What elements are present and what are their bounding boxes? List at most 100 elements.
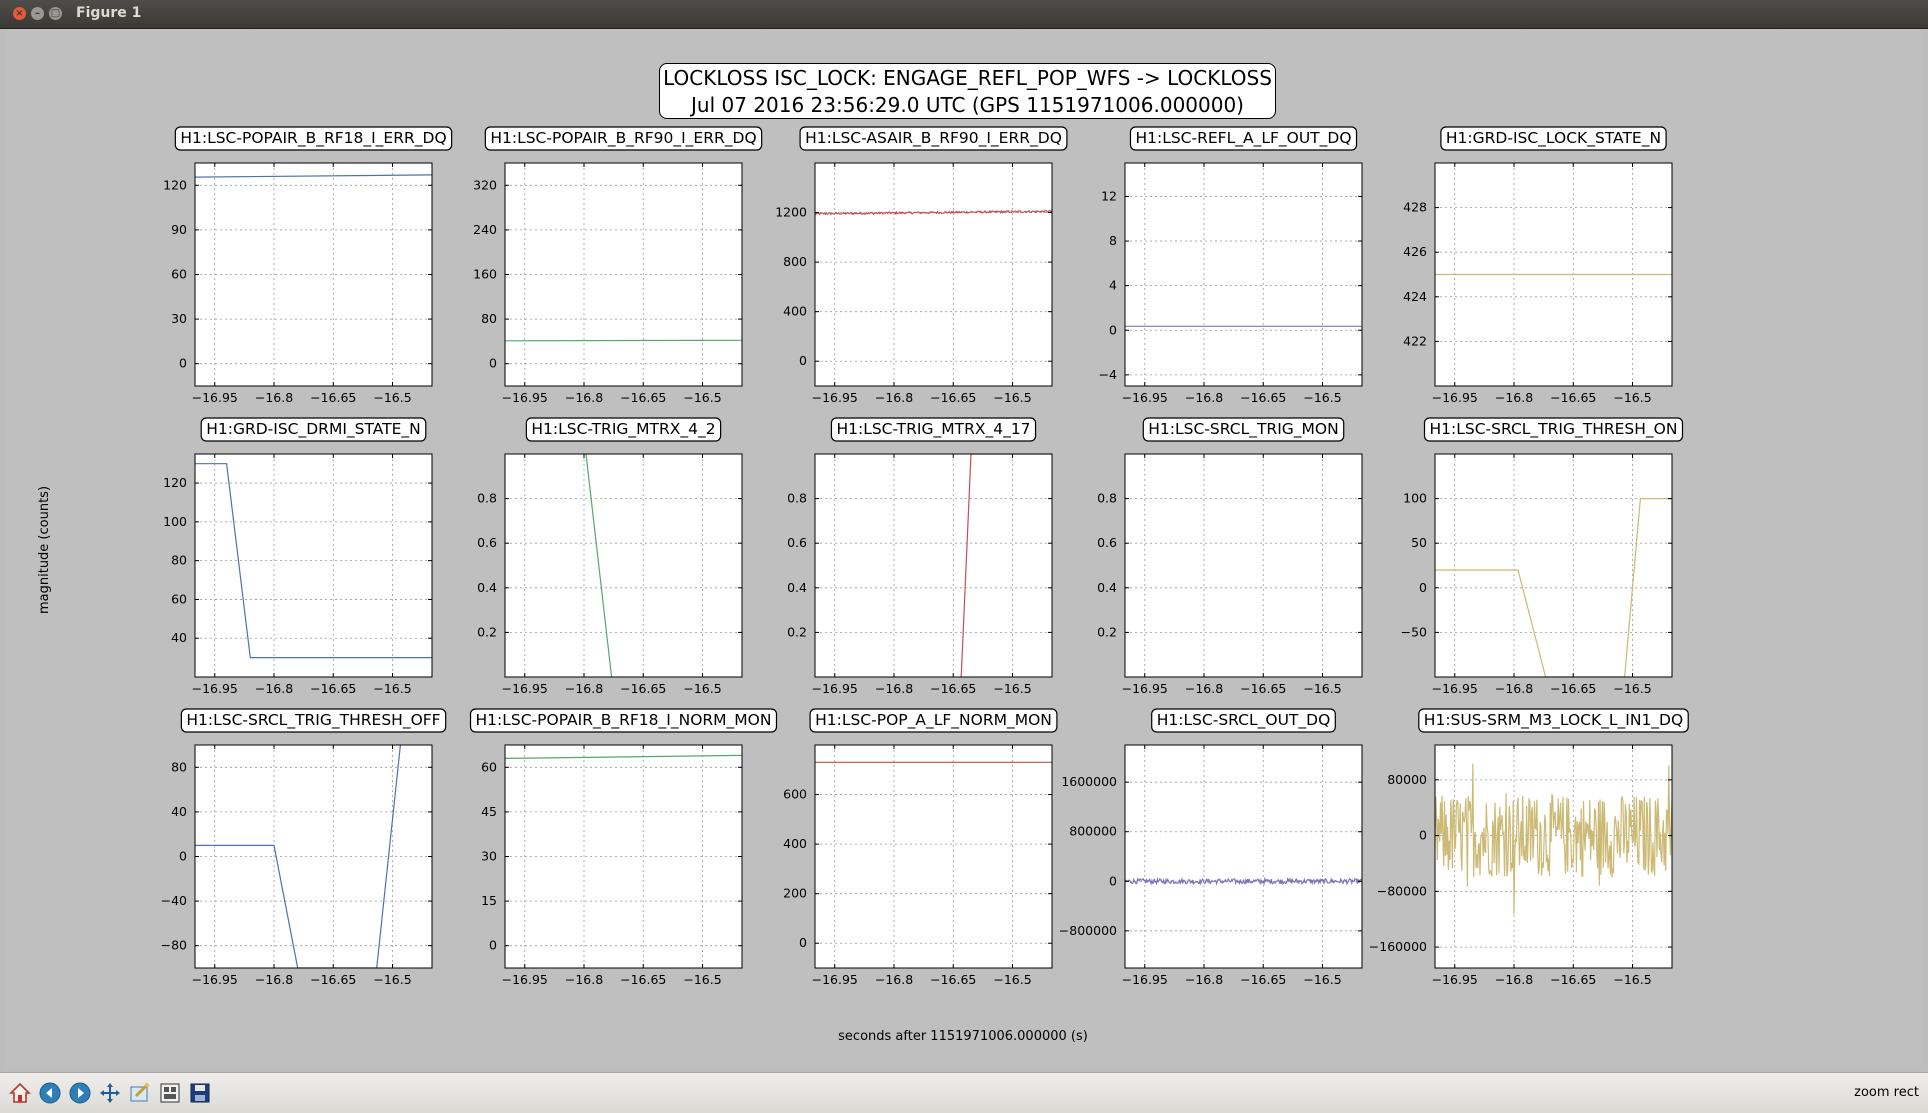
x-tick-label: −16.5 [1613,390,1651,405]
y-tick-label: 30 [171,311,187,326]
y-tick-label: 100 [1403,491,1427,506]
y-tick-label: 15 [481,893,497,908]
y-tick-label: 0 [1419,580,1427,595]
figure-svg[interactable]: magnitude (counts) seconds after 11519710… [6,29,1921,1069]
x-tick-label: −16.65 [930,681,976,696]
home-icon[interactable] [7,1080,33,1106]
figure-ylabel: magnitude (counts) [37,486,52,614]
subplot-7[interactable]: −16.95 −16.8 −16.65 −16.5 0.2 0.4 0.6 0.8 H1:LSC… [477,417,743,696]
minimize-window-button[interactable]: – [31,7,44,20]
x-tick-label: −16.5 [993,681,1031,696]
subplot-10[interactable]: −16.95 −16.8 −16.65 −16.5 −50 0 50 100 H1:LSC-SR… [1401,417,1684,696]
y-tick-label: 0.8 [1097,491,1117,506]
y-tick-label: 1200 [775,205,807,220]
x-tick-label: −16.95 [192,390,238,405]
y-tick-label: 0 [179,849,187,864]
x-tick-label: −16.5 [373,972,411,987]
zoom-icon[interactable] [127,1080,153,1106]
subplot-6[interactable]: −16.95 −16.8 −16.65 −16.5 40 60 80 100 120 H1:GRD… [163,417,433,696]
x-tick-label: −16.5 [1613,972,1651,987]
subplot-3[interactable]: −16.95 −16.8 −16.65 −16.5 0 400 800 1200 H1:LSC-… [775,126,1068,405]
y-tick-label: 60 [481,759,497,774]
y-tick-label: 0 [799,353,807,368]
x-tick-label: −16.8 [255,390,293,405]
y-tick-label: 400 [783,836,807,851]
y-tick-label: 0 [799,935,807,950]
x-tick-label: −16.8 [1185,681,1223,696]
y-tick-label: 800000 [1069,824,1117,839]
y-tick-label: 0 [179,356,187,371]
forward-icon[interactable] [67,1080,93,1106]
maximize-window-button[interactable]: □ [49,7,62,20]
close-window-button[interactable]: × [13,7,26,20]
save-icon[interactable] [187,1080,213,1106]
subplot-title: H1:LSC-POPAIR_B_RF18_I_ERR_DQ [180,129,446,148]
axes-background [1125,745,1362,968]
axes-background [815,163,1052,386]
x-tick-label: −16.95 [812,972,858,987]
x-tick-label: −16.5 [1613,681,1651,696]
y-tick-label: 428 [1403,200,1427,215]
subplot-4[interactable]: −16.95 −16.8 −16.65 −16.5 −4 0 4 8 12 H1:LSC-REFL… [1099,126,1363,405]
x-tick-label: −16.8 [1495,972,1533,987]
x-tick-label: −16.95 [1432,681,1478,696]
subplot-14[interactable]: −16.95 −16.8 −16.65 −16.5 −800000 0 800000 1600… [1059,708,1363,987]
y-tick-label: −800000 [1059,923,1117,938]
x-tick-label: −16.65 [620,681,666,696]
subplot-8[interactable]: −16.95 −16.8 −16.65 −16.5 0.2 0.4 0.6 0.8 H1:LSC… [787,417,1053,696]
subplot-11[interactable]: −16.95 −16.8 −16.65 −16.5 −80 −40 0 40 80 H1:LSC-… [161,708,447,987]
subplot-title: H1:LSC-REFL_A_LF_OUT_DQ [1135,129,1351,148]
subplot-12[interactable]: −16.95 −16.8 −16.65 −16.5 0 15 30 45 60 H1:LSC-PO… [469,708,778,987]
y-tick-label: 0.4 [477,580,497,595]
figure-xlabel: seconds after 1151971006.000000 (s) [838,1029,1088,1044]
x-tick-label: −16.95 [812,681,858,696]
figure-title-line2: Jul 07 2016 23:56:29.0 UTC (GPS 11519710… [691,93,1244,117]
y-tick-label: 0 [1109,322,1117,337]
x-tick-label: −16.95 [1122,390,1168,405]
y-tick-label: 80 [171,553,187,568]
subplot-15[interactable]: −16.95 −16.8 −16.65 −16.5 −160000 −80000 0 8000… [1369,708,1689,987]
window-titlebar: × – □ Figure 1 [0,0,1928,29]
x-tick-label: −16.5 [683,681,721,696]
y-tick-label: 0 [489,356,497,371]
x-tick-label: −16.65 [1240,681,1286,696]
subplot-title: H1:LSC-TRIG_MTRX_4_17 [836,420,1030,439]
subplots-icon[interactable] [157,1080,183,1106]
x-tick-label: −16.95 [1432,972,1478,987]
y-tick-label: 90 [171,222,187,237]
subplot-title: H1:LSC-POPAIR_B_RF18_I_NORM_MON [476,711,772,730]
subplot-13[interactable]: −16.95 −16.8 −16.65 −16.5 0 200 400 600 H1:LSC-P… [783,708,1058,987]
figure-title-line1: LOCKLOSS ISC_LOCK: ENGAGE_REFL_POP_WFS -… [663,66,1272,90]
y-tick-label: 100 [163,514,187,529]
y-tick-label: 240 [473,222,497,237]
x-tick-label: −16.95 [502,681,548,696]
x-tick-label: −16.5 [1303,681,1341,696]
x-tick-label: −16.95 [1122,681,1168,696]
figure-canvas[interactable]: magnitude (counts) seconds after 11519710… [6,29,1921,1069]
x-tick-label: −16.65 [1240,390,1286,405]
x-tick-label: −16.95 [502,390,548,405]
x-tick-label: −16.8 [1495,681,1533,696]
y-tick-label: −160000 [1369,939,1427,954]
y-tick-label: −50 [1401,624,1427,639]
y-tick-label: 0.4 [787,580,807,595]
x-tick-label: −16.8 [1495,390,1533,405]
subplot-1[interactable]: −16.95 −16.8 −16.65 −16.5 0 30 60 90 120 H1:LSC-P… [163,126,453,405]
pan-icon[interactable] [97,1080,123,1106]
x-tick-label: −16.8 [1185,972,1223,987]
x-tick-label: −16.65 [930,972,976,987]
subplot-2[interactable]: −16.95 −16.8 −16.65 −16.5 0 80 160 240 320 H1:LSC… [473,126,763,405]
x-tick-label: −16.65 [1240,972,1286,987]
x-tick-label: −16.8 [875,972,913,987]
subplot-5[interactable]: −16.95 −16.8 −16.65 −16.5 422 424 426 428 H1:GRD… [1403,126,1673,405]
subplot-9[interactable]: −16.95 −16.8 −16.65 −16.5 0.2 0.4 0.6 0.8 H1:LSC… [1097,417,1363,696]
axes-background [815,745,1052,968]
y-tick-label: 8 [1109,233,1117,248]
subplot-title: H1:LSC-SRCL_TRIG_MON [1148,420,1338,439]
axes-background [195,454,432,677]
y-tick-label: 80 [481,311,497,326]
subplot-title: H1:LSC-POP_A_LF_NORM_MON [815,711,1052,730]
y-tick-label: 30 [481,849,497,864]
x-tick-label: −16.95 [502,972,548,987]
back-icon[interactable] [37,1080,63,1106]
